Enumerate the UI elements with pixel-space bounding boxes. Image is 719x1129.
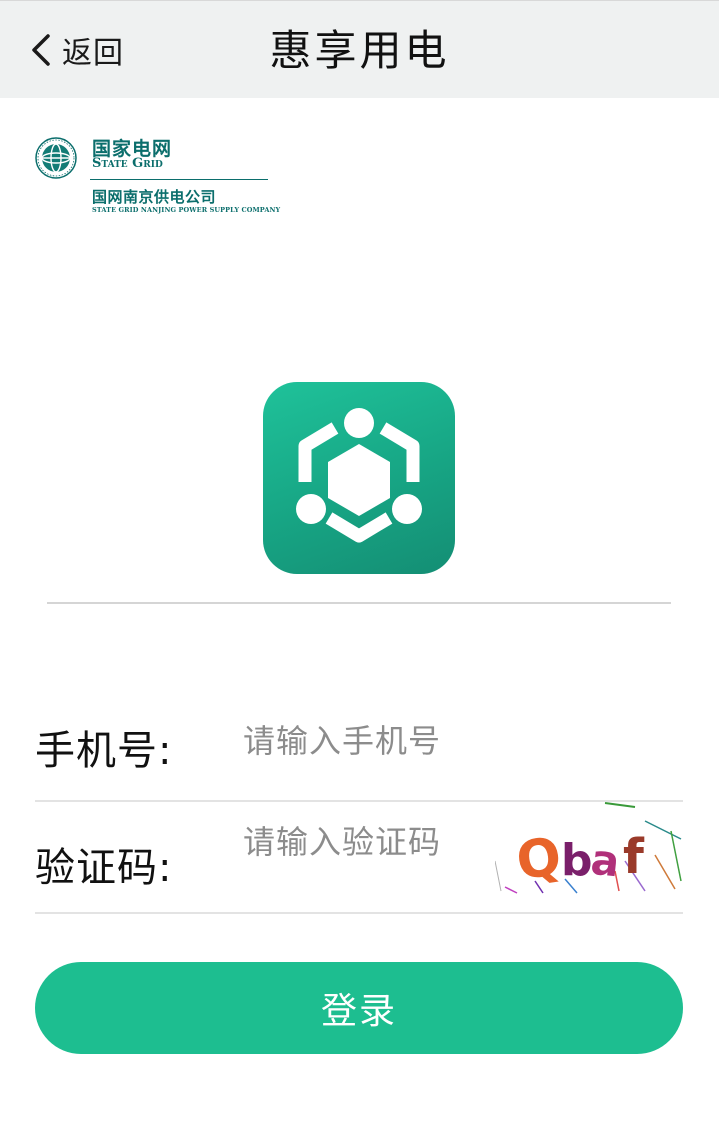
hexagon-network-icon bbox=[296, 408, 422, 543]
globe-icon bbox=[35, 137, 77, 179]
captcha-char-4: f bbox=[623, 829, 645, 885]
brand-name-en: State Grid bbox=[92, 156, 163, 171]
code-input[interactable] bbox=[243, 815, 493, 869]
brand-divider bbox=[90, 179, 268, 180]
code-underline bbox=[35, 912, 683, 914]
phone-label: 手机号: bbox=[35, 728, 173, 774]
phone-input[interactable] bbox=[243, 714, 493, 768]
company-name-en: STATE GRID NANJING POWER SUPPLY COMPANY bbox=[92, 206, 281, 214]
phone-row: 手机号: bbox=[35, 690, 683, 802]
company-name-cn: 国网南京供电公司 bbox=[92, 188, 217, 206]
app-logo bbox=[263, 382, 455, 574]
state-grid-logo: 国家电网 State Grid 国网南京供电公司 STATE GRID NANJ… bbox=[34, 132, 280, 218]
code-label: 验证码: bbox=[35, 845, 173, 891]
captcha-char-2: b bbox=[561, 835, 593, 886]
captcha-char-1: Q bbox=[513, 827, 565, 893]
logo-divider bbox=[47, 602, 671, 604]
captcha-char-3: a bbox=[589, 835, 622, 887]
captcha-image[interactable]: Q b a f bbox=[495, 801, 683, 899]
nav-header: 返回 惠享用电 bbox=[0, 0, 719, 98]
code-row: 验证码: Q b a f bbox=[35, 801, 683, 913]
captcha-graphic: Q b a f bbox=[495, 802, 682, 894]
login-page: 返回 惠享用电 国家电网 State Grid 国网南京供电公司 STATE G… bbox=[0, 0, 719, 1129]
login-button[interactable]: 登录 bbox=[35, 962, 683, 1054]
page-title: 惠享用电 bbox=[269, 26, 450, 75]
